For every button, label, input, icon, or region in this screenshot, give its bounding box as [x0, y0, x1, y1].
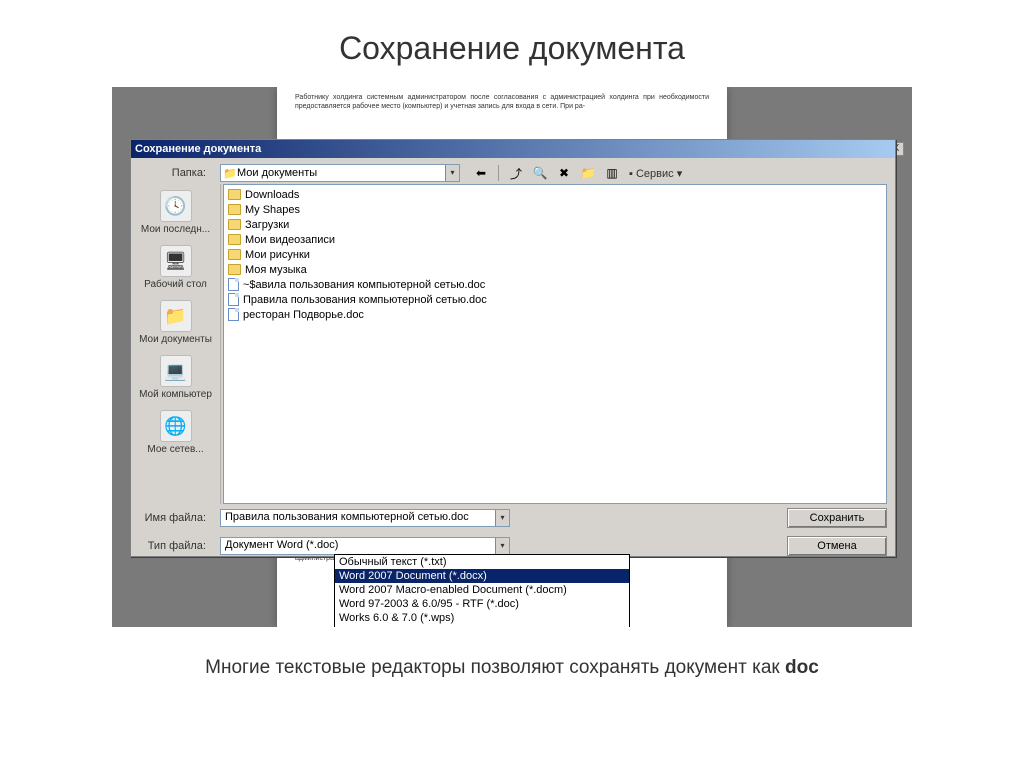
- dropdown-item[interactable]: Works 7.0 (*.wps): [335, 625, 629, 627]
- filename-input[interactable]: Правила пользования компьютерной сетью.d…: [220, 509, 510, 527]
- screenshot-area: Работнику холдинга системным администрат…: [112, 87, 912, 627]
- save-button[interactable]: Сохранить: [787, 508, 887, 528]
- place-item[interactable]: 🌐 Мое сетев...: [134, 406, 218, 459]
- folder-toolbar: Папка: 📁 Мои документы ▾ ⬅ ⤴ 🔍 ✖ 📁 ▥ ▪ С…: [131, 158, 895, 184]
- up-button[interactable]: ⤴: [507, 164, 525, 182]
- file-item[interactable]: Правила пользования компьютерной сетью.d…: [228, 292, 882, 307]
- document-icon: [228, 278, 239, 291]
- dropdown-item[interactable]: Word 2007 Macro-enabled Document (*.docm…: [335, 583, 629, 597]
- folder-icon: [228, 264, 241, 275]
- file-name: Мои видеозаписи: [245, 234, 335, 246]
- folder-icon: [228, 189, 241, 200]
- chevron-down-icon[interactable]: ▾: [445, 165, 459, 181]
- place-label: Мой компьютер: [136, 389, 216, 400]
- file-item[interactable]: ресторан Подворье.doc: [228, 307, 882, 322]
- document-icon: [228, 308, 239, 321]
- place-icon: 📁: [160, 300, 192, 332]
- file-name: Downloads: [245, 189, 299, 201]
- dialog-body: 🕓 Мои последн... 🖥 Рабочий стол 📁 Мои докумен…: [131, 184, 895, 504]
- place-label: Мое сетев...: [136, 444, 216, 455]
- folder-label: Папка:: [139, 167, 214, 179]
- folder-value: Мои документы: [237, 167, 317, 179]
- file-name: ~$авила пользования компьютерной сетью.d…: [243, 279, 485, 291]
- file-name: My Shapes: [245, 204, 300, 216]
- file-name: Мои рисунки: [245, 249, 310, 261]
- slide-title: Сохранение документа: [0, 0, 1024, 87]
- doc-top-text: Работнику холдинга системным администрат…: [277, 87, 727, 117]
- save-dialog: Сохранение документа Папка: 📁 Мои докуме…: [130, 139, 896, 557]
- filename-label: Имя файла:: [139, 512, 214, 524]
- cancel-button[interactable]: Отмена: [787, 536, 887, 556]
- toolbar-icons: ⬅ ⤴ 🔍 ✖ 📁 ▥ ▪ Сервис ▾: [472, 164, 682, 182]
- filetype-dropdown[interactable]: Обычный текст (*.txt)Word 2007 Document …: [334, 554, 630, 627]
- file-item[interactable]: Мои рисунки: [228, 247, 882, 262]
- place-item[interactable]: 💻 Мой компьютер: [134, 351, 218, 404]
- place-icon: 🖥: [160, 245, 192, 277]
- places-bar: 🕓 Мои последн... 🖥 Рабочий стол 📁 Мои докумен…: [131, 184, 221, 504]
- search-button[interactable]: 🔍: [531, 164, 549, 182]
- place-icon: 🕓: [160, 190, 192, 222]
- file-item[interactable]: Downloads: [228, 187, 882, 202]
- dropdown-item[interactable]: Works 6.0 & 7.0 (*.wps): [335, 611, 629, 625]
- file-name: ресторан Подворье.doc: [243, 309, 364, 321]
- filetype-label: Тип файла:: [139, 540, 214, 552]
- folder-icon: [228, 219, 241, 230]
- folder-icon: 📁: [223, 166, 237, 180]
- slide-caption: Многие текстовые редакторы позволяют сох…: [0, 627, 1024, 709]
- file-item[interactable]: Мои видеозаписи: [228, 232, 882, 247]
- folder-icon: [228, 204, 241, 215]
- file-name: Правила пользования компьютерной сетью.d…: [243, 294, 487, 306]
- separator: [498, 165, 499, 181]
- place-label: Рабочий стол: [136, 279, 216, 290]
- file-item[interactable]: Моя музыка: [228, 262, 882, 277]
- place-label: Мои документы: [136, 334, 216, 345]
- filetype-combo[interactable]: Документ Word (*.doc) ▾: [220, 537, 510, 555]
- file-item[interactable]: My Shapes: [228, 202, 882, 217]
- file-name: Моя музыка: [245, 264, 307, 276]
- place-icon: 🌐: [160, 410, 192, 442]
- document-icon: [228, 293, 239, 306]
- chevron-down-icon[interactable]: ▾: [495, 510, 509, 526]
- place-item[interactable]: 🕓 Мои последн...: [134, 186, 218, 239]
- place-item[interactable]: 📁 Мои документы: [134, 296, 218, 349]
- dialog-title: Сохранение документа: [135, 143, 261, 155]
- dialog-titlebar: Сохранение документа: [131, 140, 895, 158]
- new-folder-button[interactable]: 📁: [579, 164, 597, 182]
- dropdown-item[interactable]: Word 97-2003 & 6.0/95 - RTF (*.doc): [335, 597, 629, 611]
- folder-icon: [228, 249, 241, 260]
- place-item[interactable]: 🖥 Рабочий стол: [134, 241, 218, 294]
- file-name: Загрузки: [245, 219, 289, 231]
- delete-button[interactable]: ✖: [555, 164, 573, 182]
- file-list[interactable]: Downloads My Shapes Загрузки Мои видеозапис…: [223, 184, 887, 504]
- place-icon: 💻: [160, 355, 192, 387]
- folder-combo[interactable]: 📁 Мои документы ▾: [220, 164, 460, 182]
- service-menu[interactable]: ▪ Сервис ▾: [629, 167, 682, 180]
- folder-icon: [228, 234, 241, 245]
- dropdown-item[interactable]: Обычный текст (*.txt): [335, 555, 629, 569]
- dropdown-item[interactable]: Word 2007 Document (*.docx): [335, 569, 629, 583]
- chevron-down-icon[interactable]: ▾: [495, 538, 509, 554]
- filename-row: Имя файла: Правила пользования компьютер…: [131, 504, 895, 532]
- back-button[interactable]: ⬅: [472, 164, 490, 182]
- file-item[interactable]: ~$авила пользования компьютерной сетью.d…: [228, 277, 882, 292]
- place-label: Мои последн...: [136, 224, 216, 235]
- file-item[interactable]: Загрузки: [228, 217, 882, 232]
- views-button[interactable]: ▥: [603, 164, 621, 182]
